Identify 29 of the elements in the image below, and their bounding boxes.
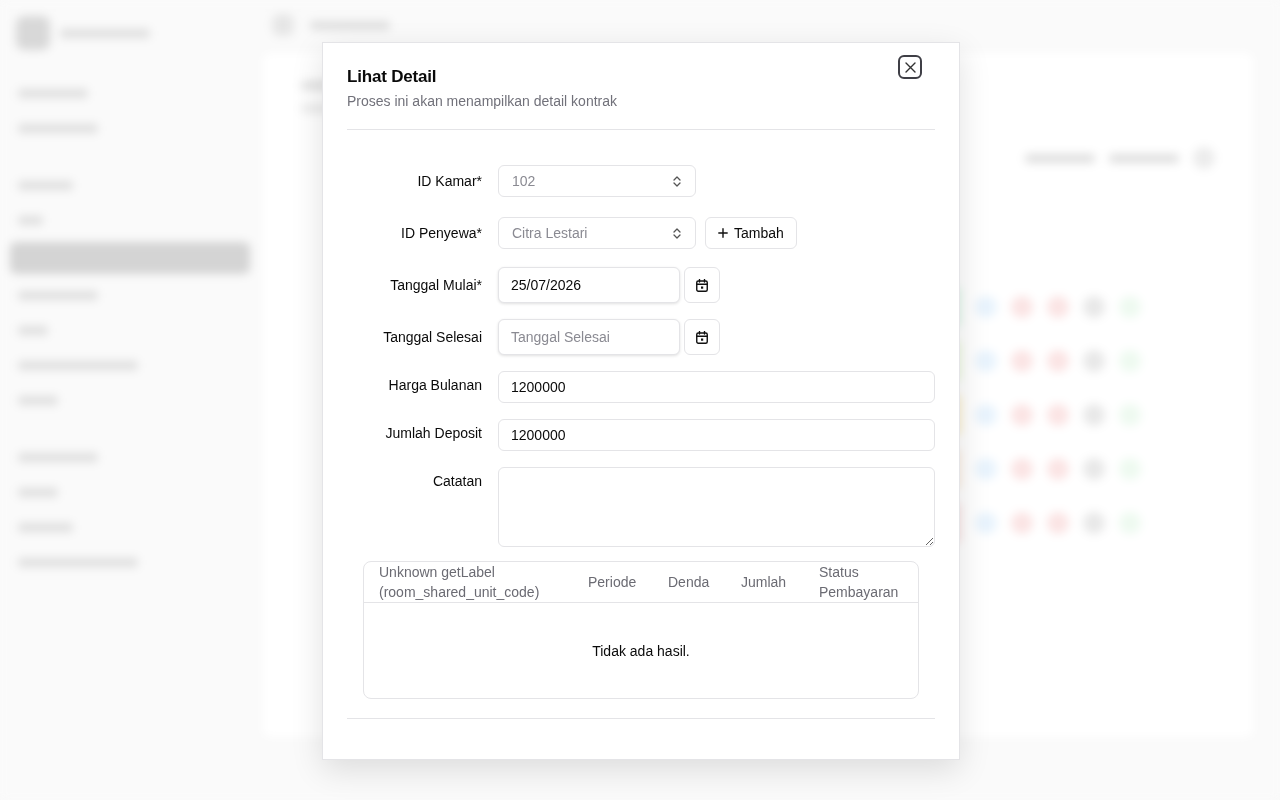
field-label: ID Kamar* bbox=[417, 172, 482, 191]
empty-message: Tidak ada hasil. bbox=[592, 641, 690, 661]
column-header: Unknown getLabel (room_shared_unit_code) bbox=[378, 563, 541, 602]
text-field[interactable]: 1200000 bbox=[498, 371, 935, 403]
chevron-up-down-icon bbox=[673, 227, 681, 239]
field-label: Tanggal Selesai bbox=[383, 328, 482, 347]
column-header: Status Pembayaran bbox=[818, 563, 900, 602]
column-header: Jumlah bbox=[740, 573, 788, 592]
date-field[interactable]: Tanggal Selesai bbox=[498, 319, 680, 355]
chevron-up-down-icon bbox=[673, 175, 681, 187]
field-label: Jumlah Deposit bbox=[385, 424, 482, 443]
dialog-subtitle: Proses ini akan menampilkan detail kontrak bbox=[347, 92, 618, 111]
close-icon bbox=[904, 61, 916, 73]
close-button[interactable] bbox=[898, 55, 922, 79]
calendar-icon bbox=[696, 278, 708, 292]
dialog-title: Lihat Detail bbox=[347, 67, 437, 87]
notes-field[interactable] bbox=[498, 467, 935, 547]
text-field[interactable]: 1200000 bbox=[498, 419, 935, 451]
field-label: Tanggal Mulai* bbox=[390, 276, 482, 295]
date-field[interactable]: 25/07/2026 bbox=[498, 267, 680, 303]
column-header: Periode bbox=[587, 573, 638, 592]
field-label: Catatan bbox=[432, 472, 482, 491]
field-label: ID Penyewa* bbox=[401, 224, 482, 243]
field-label: Harga Bulanan bbox=[388, 376, 482, 395]
calendar-button[interactable] bbox=[684, 267, 720, 303]
column-header: Denda bbox=[667, 573, 711, 592]
plus-icon bbox=[718, 228, 728, 238]
calendar-button[interactable] bbox=[684, 319, 720, 355]
calendar-icon bbox=[696, 330, 708, 344]
